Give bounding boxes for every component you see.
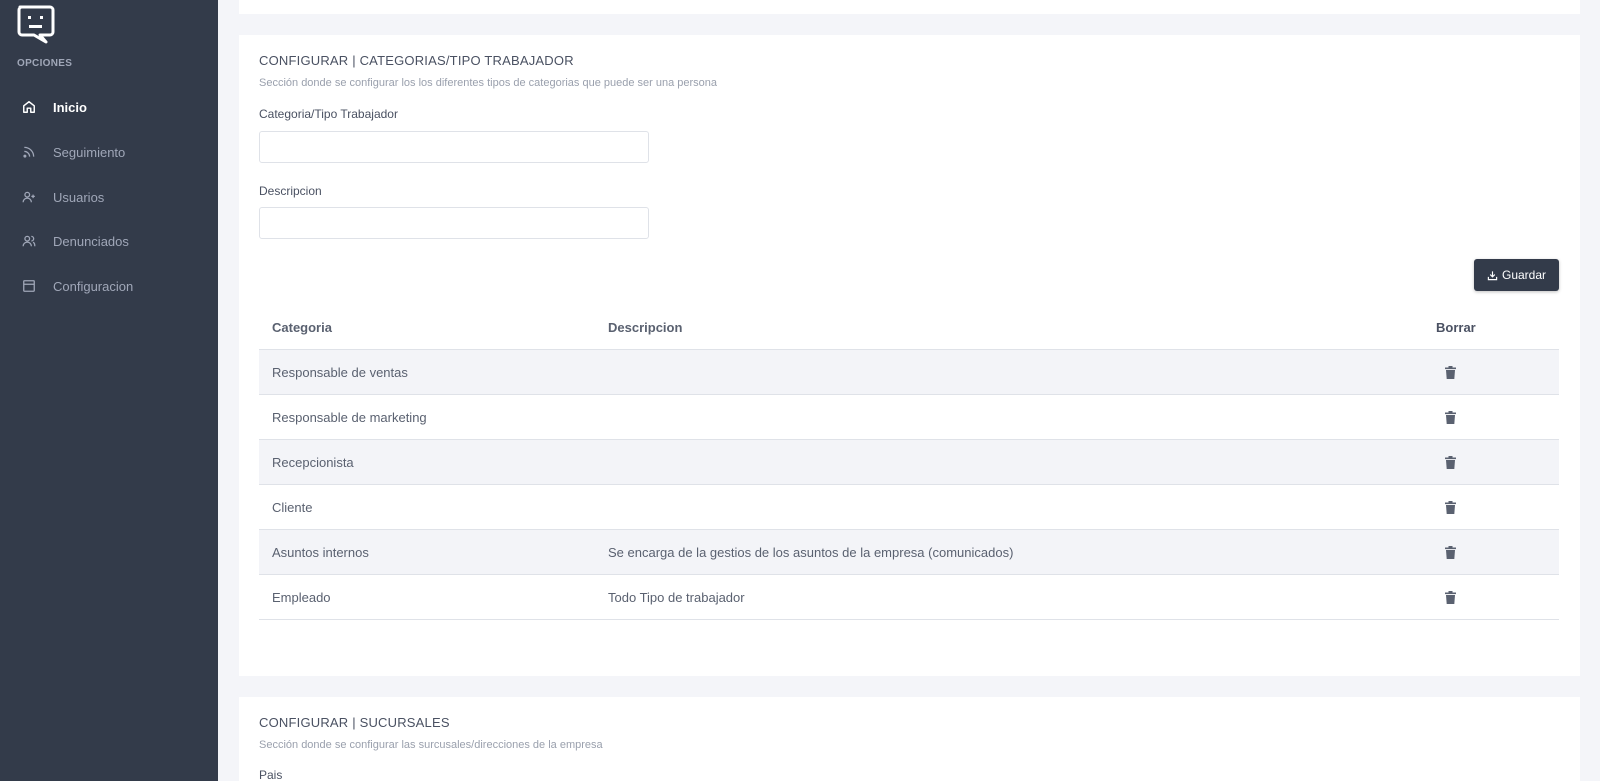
table-row: Responsable de marketing [259, 395, 1559, 440]
trash-icon[interactable] [1445, 590, 1456, 604]
sidebar-item-label: Seguimiento [53, 144, 126, 160]
save-icon [1487, 270, 1498, 280]
header-categoria: Categoria [272, 319, 332, 335]
user-add-icon [21, 189, 37, 205]
trash-icon[interactable] [1445, 410, 1456, 424]
trash-icon[interactable] [1445, 500, 1456, 514]
category-input[interactable] [259, 131, 649, 163]
logo-icon[interactable] [16, 4, 56, 44]
category-label: Categoria/Tipo Trabajador [259, 107, 398, 121]
sidebar-item-label: Inicio [53, 99, 87, 115]
sidebar-item-label: Usuarios [53, 189, 105, 205]
cell-categoria: Asuntos internos [272, 544, 369, 560]
header-borrar: Borrar [1436, 319, 1476, 335]
description-label: Descripcion [259, 184, 322, 198]
trash-icon[interactable] [1445, 365, 1456, 379]
section-title: CONFIGURAR | SUCURSALES [259, 715, 450, 730]
cell-descripcion: Todo Tipo de trabajador [608, 589, 745, 605]
cell-descripcion: Se encarga de la gestios de los asuntos … [608, 544, 1014, 560]
sidebar-heading: OPCIONES [17, 58, 73, 69]
section-title: CONFIGURAR | CATEGORIAS/TIPO TRABAJADOR [259, 53, 574, 68]
table-row: Responsable de ventas [259, 350, 1559, 395]
sidebar: OPCIONES Inicio Seguimiento Usuarios Den… [0, 0, 218, 781]
cell-categoria: Responsable de marketing [272, 409, 427, 425]
rss-icon [21, 144, 37, 160]
country-label: Pais [259, 768, 283, 781]
cell-categoria: Recepcionista [272, 454, 354, 470]
trash-icon[interactable] [1445, 455, 1456, 469]
sidebar-item-label: Configuracion [53, 278, 134, 294]
previous-card [239, 0, 1580, 14]
table-header: Categoria Descripcion Borrar [259, 305, 1559, 350]
trash-icon[interactable] [1445, 545, 1456, 559]
categories-table: Categoria Descripcion Borrar Responsable… [259, 305, 1559, 620]
home-icon [21, 99, 37, 115]
categories-card: CONFIGURAR | CATEGORIAS/TIPO TRABAJADOR … [239, 35, 1580, 676]
sidebar-item-configuracion[interactable]: Configuracion [0, 266, 218, 306]
table-row: Asuntos internos Se encarga de la gestio… [259, 530, 1559, 575]
description-input[interactable] [259, 207, 649, 239]
layout-icon [21, 278, 37, 294]
cell-categoria: Cliente [272, 499, 313, 515]
users-icon [21, 233, 37, 249]
branches-card: CONFIGURAR | SUCURSALES Sección donde se… [239, 697, 1580, 781]
cell-categoria: Responsable de ventas [272, 364, 408, 380]
save-button-label: Guardar [1501, 268, 1547, 282]
sidebar-item-denunciados[interactable]: Denunciados [0, 221, 218, 261]
sidebar-item-inicio[interactable]: Inicio [0, 87, 218, 127]
header-descripcion: Descripcion [608, 319, 683, 335]
sidebar-item-label: Denunciados [53, 233, 129, 249]
cell-categoria: Empleado [272, 589, 331, 605]
sidebar-item-seguimiento[interactable]: Seguimiento [0, 132, 218, 172]
table-row: Recepcionista [259, 440, 1559, 485]
save-button[interactable]: Guardar [1474, 259, 1559, 291]
table-row: Cliente [259, 485, 1559, 530]
table-row: Empleado Todo Tipo de trabajador [259, 575, 1559, 620]
sidebar-item-usuarios[interactable]: Usuarios [0, 177, 218, 217]
section-subtitle: Sección donde se configurar las surcusal… [259, 739, 603, 751]
section-subtitle: Sección donde se configurar los los dife… [259, 77, 718, 89]
